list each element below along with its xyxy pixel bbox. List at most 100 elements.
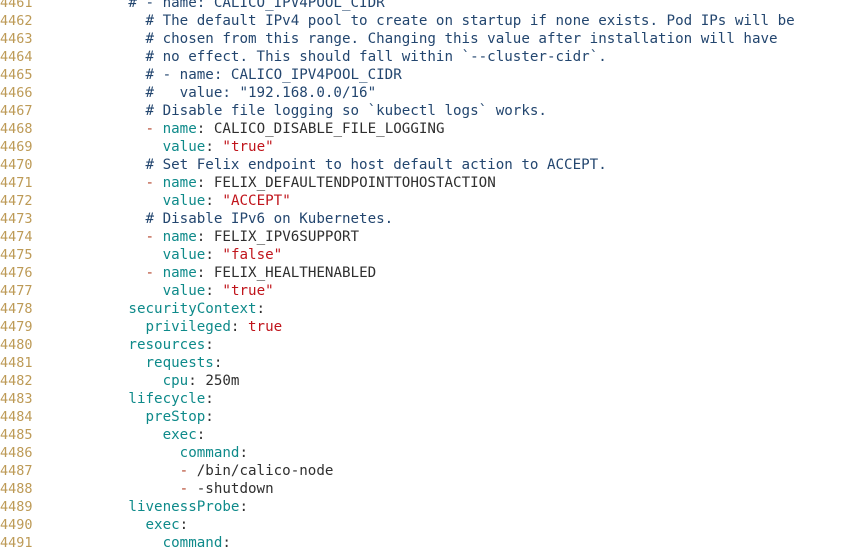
code-line[interactable]: 4472 value: "ACCEPT" <box>0 192 852 210</box>
code-text[interactable]: - name: FELIX_IPV6SUPPORT <box>43 228 360 246</box>
code-line[interactable]: 4478 securityContext: <box>0 300 852 318</box>
code-text[interactable]: value: "true" <box>43 282 274 300</box>
token-key: exec <box>162 427 197 443</box>
code-text[interactable]: resources: <box>43 336 213 354</box>
code-line[interactable]: 4485 exec: <box>0 426 852 444</box>
code-line[interactable]: 4489 livenessProbe: <box>0 498 852 516</box>
token-dash: - <box>145 265 163 281</box>
code-line[interactable]: 4486 command: <box>0 444 852 462</box>
code-text[interactable]: preStop: <box>43 408 214 426</box>
code-line[interactable]: 4463 # chosen from this range. Changing … <box>0 30 852 48</box>
code-line[interactable]: 4471 - name: FELIX_DEFAULTENDPOINTTOHOST… <box>0 174 852 192</box>
line-number: 4464 <box>0 49 33 65</box>
code-text[interactable]: - name: CALICO_DISABLE_FILE_LOGGING <box>43 120 445 138</box>
code-text[interactable]: requests: <box>43 354 223 372</box>
token-comment: # Disable IPv6 on Kubernetes. <box>43 211 394 227</box>
code-text[interactable]: - name: FELIX_DEFAULTENDPOINTTOHOSTACTIO… <box>43 174 496 192</box>
code-text[interactable]: command: <box>43 444 248 462</box>
code-line[interactable]: 4464 # no effect. This should fall withi… <box>0 48 852 66</box>
line-number: 4482 <box>0 373 33 389</box>
code-line[interactable]: 4476 - name: FELIX_HEALTHENABLED <box>0 264 852 282</box>
code-text[interactable]: # Disable file logging so `kubectl logs`… <box>43 102 546 120</box>
token-plain: -shutdown <box>196 481 274 497</box>
code-text[interactable]: livenessProbe: <box>43 498 248 516</box>
token-plain: 250m <box>205 373 240 389</box>
code-line[interactable]: 4488 - -shutdown <box>0 480 852 498</box>
code-line[interactable]: 4465 # - name: CALICO_IPV4POOL_CIDR <box>0 66 852 84</box>
code-text[interactable]: value: "ACCEPT" <box>43 192 291 210</box>
code-text[interactable]: - -shutdown <box>43 480 274 498</box>
code-line[interactable]: 4462 # The default IPv4 pool to create o… <box>0 12 852 30</box>
code-line[interactable]: 4480 resources: <box>0 336 852 354</box>
line-number: 4487 <box>0 463 33 479</box>
line-number: 4477 <box>0 283 33 299</box>
code-text[interactable]: # The default IPv4 pool to create on sta… <box>43 12 794 30</box>
code-text[interactable]: - /bin/calico-node <box>43 462 334 480</box>
line-number: 4483 <box>0 391 33 407</box>
token-punct: : <box>205 193 223 209</box>
code-editor[interactable]: 4461 # - name: CALICO_IPV4POOL_CIDR 4462 … <box>0 0 852 552</box>
line-number: 4468 <box>0 121 33 137</box>
code-text[interactable]: command: <box>43 534 231 552</box>
code-line[interactable]: 4473 # Disable IPv6 on Kubernetes. <box>0 210 852 228</box>
code-line[interactable]: 4469 value: "true" <box>0 138 852 156</box>
code-text[interactable]: privileged: true <box>43 318 283 336</box>
code-text[interactable]: value: "false" <box>43 246 283 264</box>
token-plain: CALICO_DISABLE_FILE_LOGGING <box>213 121 445 137</box>
code-line[interactable]: 4474 - name: FELIX_IPV6SUPPORT <box>0 228 852 246</box>
line-number: 4485 <box>0 427 33 443</box>
token-dash: - <box>179 481 197 497</box>
code-text[interactable]: # - name: CALICO_IPV4POOL_CIDR <box>43 66 401 84</box>
code-line[interactable]: 4490 exec: <box>0 516 852 534</box>
line-number: 4473 <box>0 211 33 227</box>
code-line[interactable]: 4479 privileged: true <box>0 318 852 336</box>
code-line[interactable]: 4483 lifecycle: <box>0 390 852 408</box>
token-key: preStop <box>145 409 206 425</box>
code-line[interactable]: 4487 - /bin/calico-node <box>0 462 852 480</box>
code-text[interactable]: # value: "192.168.0.0/16" <box>43 84 376 102</box>
line-number: 4465 <box>0 67 33 83</box>
token-plain: /bin/calico-node <box>196 463 334 479</box>
token-key: value <box>162 247 206 263</box>
token-punct: : <box>205 283 223 299</box>
code-line[interactable]: 4482 cpu: 250m <box>0 372 852 390</box>
line-number: 4467 <box>0 103 33 119</box>
code-text[interactable]: # Set Felix endpoint to host default act… <box>43 156 606 174</box>
code-line[interactable]: 4470 # Set Felix endpoint to host defaul… <box>0 156 852 174</box>
token-dash: - <box>179 463 197 479</box>
code-text[interactable]: securityContext: <box>43 300 265 318</box>
token-dash: - <box>145 229 163 245</box>
code-text[interactable]: exec: <box>43 426 206 444</box>
code-text[interactable]: - name: FELIX_HEALTHENABLED <box>43 264 377 282</box>
code-text[interactable]: # Disable IPv6 on Kubernetes. <box>43 210 393 228</box>
code-line[interactable]: 4467 # Disable file logging so `kubectl … <box>0 102 852 120</box>
code-text[interactable]: # - name: CALICO_IPV4POOL_CIDR <box>43 0 384 12</box>
line-number: 4488 <box>0 481 33 497</box>
token-punct: : <box>205 409 214 425</box>
code-line[interactable]: 4481 requests: <box>0 354 852 372</box>
token-punct: : <box>196 229 214 245</box>
code-line[interactable]: 4466 # value: "192.168.0.0/16" <box>0 84 852 102</box>
code-text[interactable]: # chosen from this range. Changing this … <box>43 30 777 48</box>
code-text[interactable]: # no effect. This should fall within `--… <box>43 48 606 66</box>
code-line[interactable]: 4461 # - name: CALICO_IPV4POOL_CIDR <box>0 0 852 12</box>
code-text[interactable]: cpu: 250m <box>43 372 240 390</box>
code-line[interactable]: 4468 - name: CALICO_DISABLE_FILE_LOGGING <box>0 120 852 138</box>
code-line[interactable]: 4477 value: "true" <box>0 282 852 300</box>
code-line[interactable]: 4475 value: "false" <box>0 246 852 264</box>
token-punct: : <box>213 355 223 371</box>
token-key: name <box>162 175 197 191</box>
token-punct: : <box>188 373 206 389</box>
code-line[interactable]: 4491 command: <box>0 534 852 552</box>
token-key: securityContext <box>128 301 257 317</box>
code-text[interactable]: value: "true" <box>43 138 274 156</box>
code-text[interactable]: exec: <box>43 516 189 534</box>
code-line[interactable]: 4484 preStop: <box>0 408 852 426</box>
token-punct: : <box>196 265 214 281</box>
code-text[interactable]: lifecycle: <box>43 390 213 408</box>
